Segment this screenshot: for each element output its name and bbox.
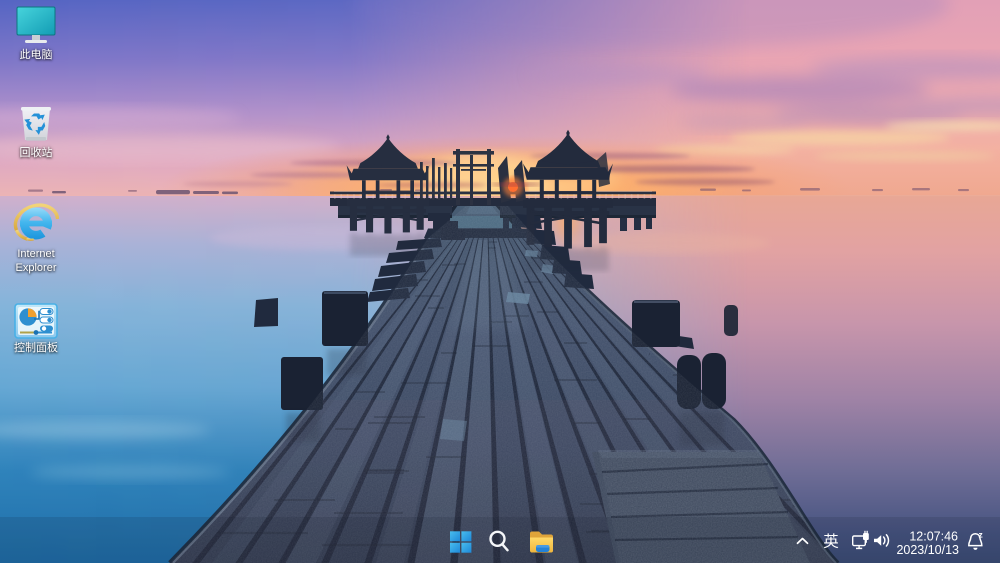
svg-text:z: z — [979, 530, 983, 540]
svg-text:英: 英 — [823, 533, 839, 551]
svg-text:12:07:46: 12:07:46 — [909, 530, 958, 544]
svg-text:2023/10/13: 2023/10/13 — [896, 543, 959, 557]
